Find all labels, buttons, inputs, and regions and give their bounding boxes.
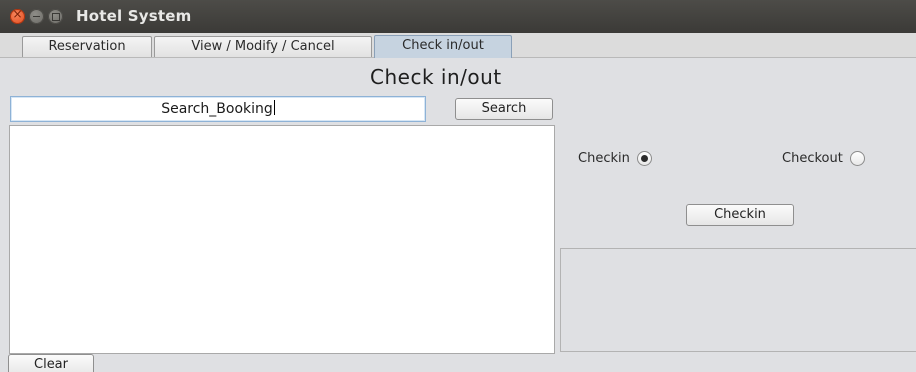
checkin-radio-label: Checkin (578, 151, 630, 166)
tab-bar: Reservation View / Modify / Cancel Check… (0, 33, 916, 58)
title-bar[interactable]: Hotel System (0, 0, 916, 33)
search-booking-input[interactable]: Search_Booking (10, 96, 426, 122)
tab-view-modify-cancel[interactable]: View / Modify / Cancel (154, 36, 372, 57)
window-title: Hotel System (76, 7, 192, 25)
clear-button[interactable]: Clear (8, 354, 94, 372)
minimize-window-icon[interactable] (29, 9, 44, 24)
app-window: Hotel System Reservation View / Modify /… (0, 0, 916, 372)
text-cursor (273, 100, 275, 115)
maximize-window-icon[interactable] (48, 9, 63, 24)
tab-check-in-out[interactable]: Check in/out (374, 35, 512, 58)
booking-details-panel (560, 248, 916, 352)
booking-results-list[interactable] (9, 125, 555, 354)
checkout-radio-button[interactable] (849, 151, 865, 166)
page-title: Check in/out (370, 65, 502, 89)
checkout-radio-option[interactable]: Checkout (782, 151, 865, 166)
search-input-value: Search_Booking (161, 101, 273, 117)
checkin-action-button[interactable]: Checkin (686, 204, 794, 226)
checkout-radio-label: Checkout (782, 151, 843, 166)
checkin-radio-button[interactable] (636, 151, 652, 166)
close-window-icon[interactable] (10, 7, 25, 24)
tab-reservation[interactable]: Reservation (22, 36, 152, 57)
checkin-radio-option[interactable]: Checkin (578, 151, 652, 166)
search-button[interactable]: Search (455, 98, 553, 120)
check-in-out-panel: Check in/out Search_Booking Search Check… (0, 58, 916, 372)
